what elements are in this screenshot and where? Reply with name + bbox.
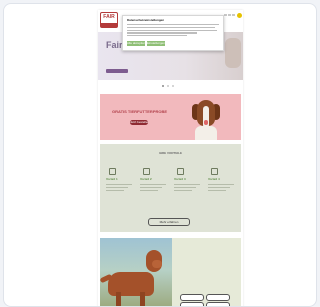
award-icon	[109, 168, 116, 175]
consent-text	[127, 24, 219, 38]
hero-dog-image	[225, 38, 241, 68]
accept-all-button[interactable]: Alle akzeptieren	[127, 41, 145, 46]
consent-settings-button[interactable]: Einstellungen	[147, 41, 165, 46]
carousel-dot[interactable]	[167, 85, 169, 87]
heart-icon	[211, 168, 218, 175]
benefit-label: Vorteil 4	[208, 178, 220, 181]
hero-title: Fair	[106, 40, 123, 50]
leaf-icon	[143, 168, 150, 175]
cookie-consent-dialog: Datenschutzeinstellungen Alle akzeptiere…	[122, 15, 224, 51]
feature-button-2[interactable]	[206, 294, 230, 301]
benefit-label: Vorteil 3	[174, 178, 186, 181]
hero-button[interactable]	[106, 69, 128, 73]
website-thumbnail[interactable]: FAIR Fair Datenschutzeinstellungen Alle …	[98, 10, 243, 306]
benefit-label: Vorteil 1	[106, 178, 118, 181]
flag-icon[interactable]	[224, 14, 227, 16]
paw-icon	[177, 168, 184, 175]
flag-icon[interactable]	[232, 14, 235, 16]
language-flags	[224, 14, 235, 16]
feature-section	[100, 238, 241, 306]
carousel-dot[interactable]	[162, 85, 164, 87]
promo-banner: GRATIS TIERFUTTERPROBE Jetzt bestellen	[100, 94, 241, 140]
benefit-label: Vorteil 2	[140, 178, 152, 181]
benefits-button[interactable]: Mehr erfahren	[148, 218, 190, 226]
logo-band	[101, 23, 117, 27]
preview-card: FAIR Fair Datenschutzeinstellungen Alle …	[3, 3, 317, 307]
consent-title: Datenschutzeinstellungen	[127, 19, 165, 22]
carousel-dots	[162, 85, 174, 87]
dog-photo	[100, 238, 172, 306]
benefits-title: IHRE VORTEILE	[158, 152, 182, 155]
flag-icon[interactable]	[228, 14, 231, 16]
benefits-section: IHRE VORTEILE Vorteil 1 Vorteil 2 Vortei…	[100, 144, 241, 232]
brand-logo[interactable]: FAIR	[100, 12, 118, 28]
promo-button[interactable]: Jetzt bestellen	[130, 120, 148, 125]
cart-icon[interactable]	[237, 13, 242, 18]
feature-button-1[interactable]	[180, 294, 204, 301]
logo-text: FAIR	[103, 14, 115, 20]
dog-image	[189, 96, 223, 140]
promo-title: GRATIS TIERFUTTERPROBE	[112, 110, 168, 114]
carousel-dot[interactable]	[172, 85, 174, 87]
